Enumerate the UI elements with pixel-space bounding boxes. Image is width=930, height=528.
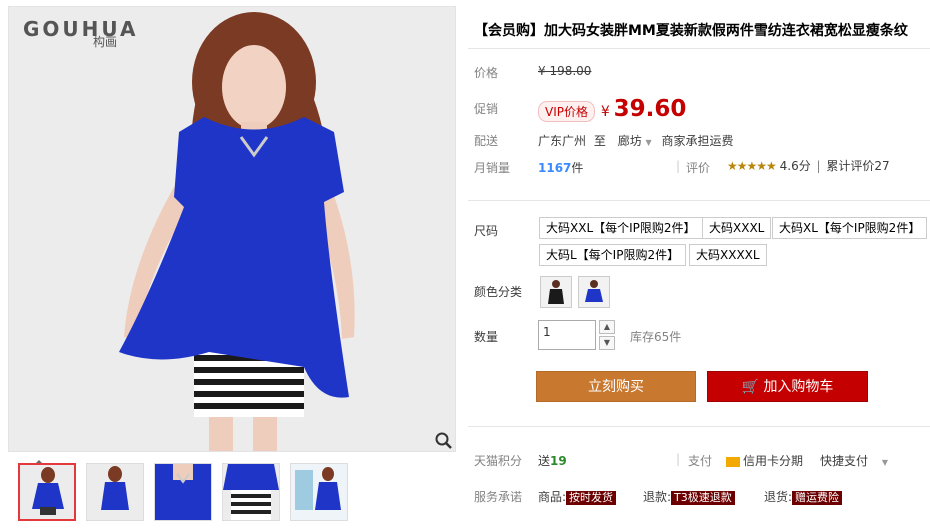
- promo-price: 39.60: [613, 96, 687, 122]
- sales-count: 1167: [538, 161, 572, 175]
- return-tag[interactable]: 赠运费险: [792, 491, 843, 505]
- review-label: 评价: [686, 161, 711, 175]
- rating-score: 4.6分: [779, 159, 811, 173]
- ship-to-selector[interactable]: 廊坊: [618, 134, 642, 148]
- promo-price-row: VIP价格 ¥ 39.60: [538, 96, 686, 122]
- add-to-cart-button[interactable]: 🛒 加入购物车: [707, 371, 868, 402]
- goods-tag[interactable]: 按时发货: [566, 491, 617, 505]
- credit-installment[interactable]: 信用卡分期: [726, 452, 803, 469]
- service-label: 服务承诺: [474, 490, 523, 504]
- ship-fee: 商家承担运费: [661, 134, 734, 148]
- qty-decrease-button[interactable]: ▼: [599, 336, 615, 350]
- main-product-image[interactable]: GOUHUA 构画: [8, 6, 456, 452]
- sales-label: 月销量: [474, 161, 511, 175]
- cart-icon: 🛒: [741, 379, 759, 395]
- pay-label: 支付: [688, 454, 713, 468]
- divider-bar: |: [676, 452, 681, 466]
- blue-dress-swatch-icon: [579, 277, 609, 307]
- credit-label: 信用卡分期: [743, 454, 804, 468]
- chevron-down-icon[interactable]: ▼: [882, 458, 888, 467]
- logo-text: GOUHUA: [23, 17, 139, 41]
- black-dress-swatch-icon: [541, 277, 571, 307]
- star-rating-icon: ★★★★★: [727, 159, 777, 173]
- thumbnail-image: [223, 464, 279, 520]
- size-option[interactable]: 大码XXXL: [702, 217, 772, 239]
- thumbnail-2[interactable]: [86, 463, 144, 521]
- points-info: 送19: [538, 452, 567, 469]
- shipping-info: 广东广州 至 廊坊 ▼ 商家承担运费: [538, 132, 734, 149]
- service-return: 退货: 赠运费险: [764, 488, 843, 505]
- chevron-down-icon[interactable]: ▼: [646, 138, 652, 147]
- rating-block[interactable]: ★★★★★ 4.6分 | 累计评价27: [727, 157, 890, 174]
- color-label: 颜色分类: [474, 285, 523, 299]
- divider: [468, 48, 930, 49]
- qty-increase-button[interactable]: ▲: [599, 320, 615, 334]
- model-photo: [9, 7, 455, 451]
- stock-count: 库存65件: [630, 330, 682, 344]
- size-option[interactable]: 大码XXL【每个IP限购2件】: [539, 217, 703, 239]
- promo-label: 促销: [474, 102, 499, 116]
- currency-symbol: ¥: [600, 104, 610, 120]
- shipping-label: 配送: [474, 134, 499, 148]
- sales-unit: 件: [571, 161, 584, 175]
- ship-from: 广东广州: [538, 134, 587, 148]
- quick-pay-label: 快捷支付: [820, 454, 869, 468]
- vip-badge: VIP价格: [538, 101, 595, 122]
- size-option[interactable]: 大码L【每个IP限购2件】: [539, 244, 687, 266]
- brand-logo: GOUHUA: [23, 17, 139, 41]
- sales-info: 1167件: [538, 159, 583, 176]
- original-price: ¥ 198.00: [538, 64, 592, 78]
- points-value: 19: [550, 454, 567, 468]
- credit-card-icon: [726, 456, 740, 467]
- thumbnail-4[interactable]: [222, 463, 280, 521]
- thumbnail-strip: [8, 460, 456, 528]
- divider: [468, 426, 930, 427]
- thumbnail-1[interactable]: [18, 463, 76, 521]
- thumbnail-image: [155, 464, 211, 520]
- divider-bar: |: [676, 159, 681, 173]
- thumbnail-image: [87, 464, 143, 520]
- points-label: 天猫积分: [474, 454, 523, 468]
- buy-now-button[interactable]: 立刻购买: [536, 371, 696, 402]
- ship-to-word: 至: [593, 134, 606, 148]
- points-text: 送: [538, 454, 551, 468]
- size-option[interactable]: 大码XXXXL: [689, 244, 767, 266]
- color-option-blue[interactable]: [578, 276, 610, 308]
- zoom-icon[interactable]: [434, 431, 454, 451]
- price-label: 价格: [474, 66, 499, 80]
- refund-label: 退款:: [643, 490, 672, 504]
- size-option[interactable]: 大码XL【每个IP限购2件】: [772, 217, 928, 239]
- thumbnail-image: [20, 465, 74, 519]
- thumbnail-3[interactable]: [154, 463, 212, 521]
- service-goods: 商品: 按时发货: [538, 488, 617, 505]
- quick-pay-selector[interactable]: 快捷支付 ▼: [820, 452, 888, 469]
- return-label: 退货:: [764, 490, 793, 504]
- thumbnail-5[interactable]: [290, 463, 348, 521]
- logo-subtitle: 构画: [93, 35, 118, 49]
- quantity-input[interactable]: 1: [538, 320, 596, 350]
- divider: [468, 200, 930, 201]
- product-title: 【会员购】加大码女装胖MM夏装新款假两件雪纺连衣裙宽松显瘦条纹: [474, 23, 908, 39]
- review-count[interactable]: 累计评价27: [826, 159, 889, 173]
- color-option-black[interactable]: [540, 276, 572, 308]
- refund-tag[interactable]: T3极速退款: [671, 491, 735, 505]
- service-refund: 退款: T3极速退款: [643, 488, 735, 505]
- size-label: 尺码: [474, 224, 499, 238]
- qty-label: 数量: [474, 330, 499, 344]
- add-to-cart-label: 加入购物车: [763, 379, 834, 395]
- thumbnail-image: [291, 464, 347, 520]
- goods-label: 商品:: [538, 490, 567, 504]
